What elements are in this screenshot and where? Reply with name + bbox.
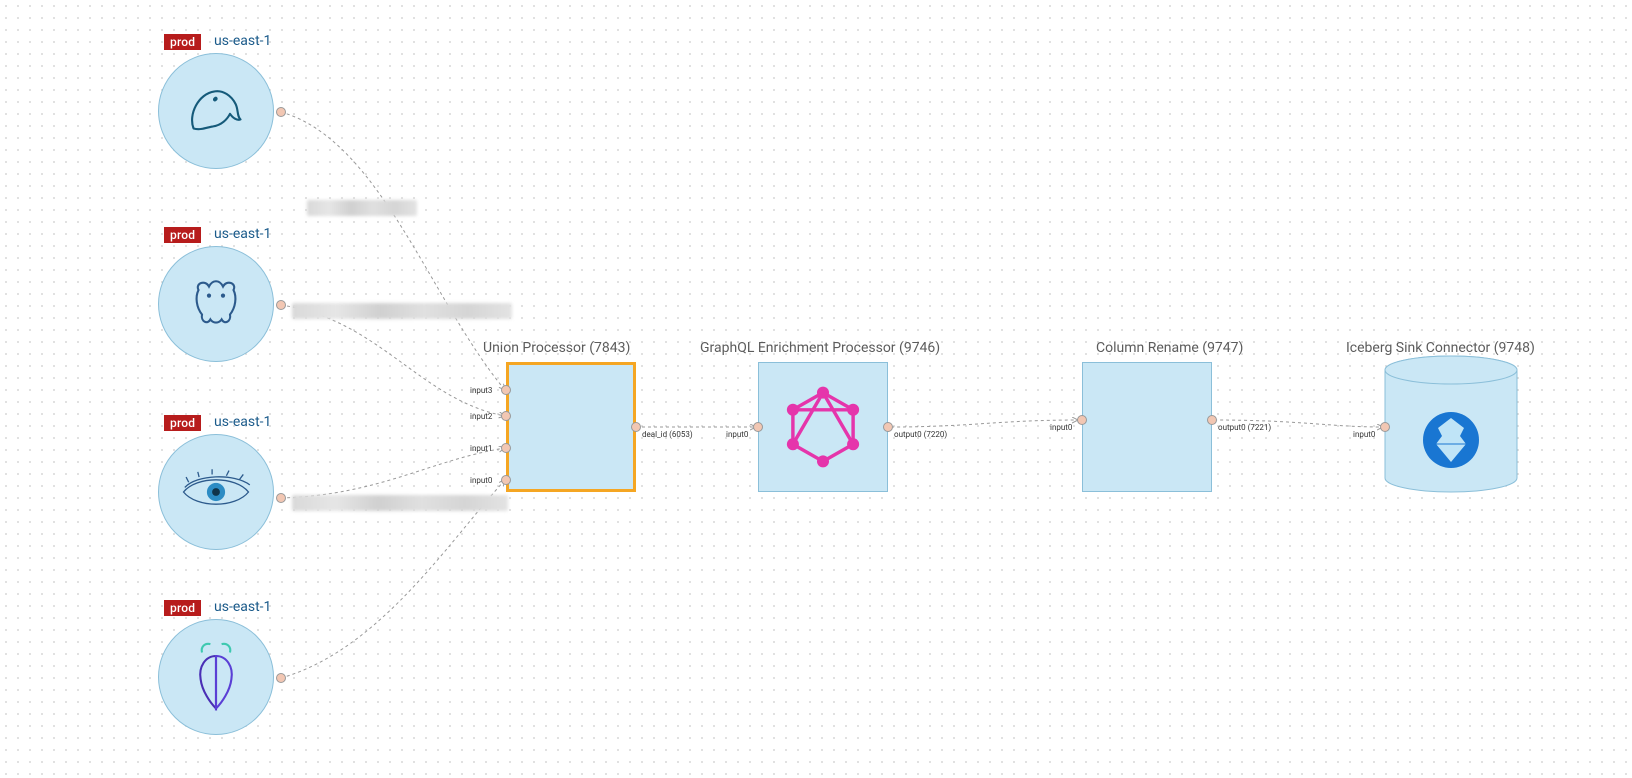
sink-node-iceberg[interactable] xyxy=(1385,356,1517,492)
output-port[interactable] xyxy=(276,673,286,683)
postgres-elephant-icon xyxy=(181,269,251,339)
input-port[interactable] xyxy=(753,422,763,432)
port-label: output0 (7220) xyxy=(894,430,947,439)
node-title-sink: Iceberg Sink Connector (9748) xyxy=(1346,340,1535,356)
port-label: input1 xyxy=(470,444,492,453)
source-node-mysql[interactable] xyxy=(158,53,274,169)
cassandra-eye-icon xyxy=(177,467,255,517)
env-badge: prod xyxy=(164,34,201,50)
env-badge: prod xyxy=(164,600,201,616)
pipeline-canvas[interactable]: prod us-east-1 prod us-east-1 prod us-ea… xyxy=(0,0,1632,778)
redacted-label xyxy=(307,200,417,216)
input-port[interactable] xyxy=(501,411,511,421)
source-node-cassandra[interactable] xyxy=(158,434,274,550)
output-port[interactable] xyxy=(276,493,286,503)
region-label: us-east-1 xyxy=(214,33,271,49)
output-port[interactable] xyxy=(1207,415,1217,425)
port-label: input0 xyxy=(1050,423,1072,432)
source-node-postgres[interactable] xyxy=(158,246,274,362)
output-port[interactable] xyxy=(276,107,286,117)
input-port[interactable] xyxy=(1380,422,1390,432)
input-port[interactable] xyxy=(501,385,511,395)
port-label: input0 xyxy=(726,430,748,439)
node-title-union: Union Processor (7843) xyxy=(483,340,630,356)
region-label: us-east-1 xyxy=(214,599,271,615)
port-label: output0 (7221) xyxy=(1218,423,1271,432)
input-port[interactable] xyxy=(1077,415,1087,425)
region-label: us-east-1 xyxy=(214,414,271,430)
input-port[interactable] xyxy=(501,475,511,485)
redacted-label xyxy=(292,303,512,319)
redacted-label xyxy=(292,495,508,511)
port-label: input2 xyxy=(470,412,492,421)
port-label: input0 xyxy=(1353,430,1375,439)
cockroach-icon xyxy=(181,637,251,717)
region-label: us-east-1 xyxy=(214,226,271,242)
port-label: deal_id (6053) xyxy=(642,430,693,439)
env-badge: prod xyxy=(164,415,201,431)
processor-node-graphql[interactable] xyxy=(758,362,888,492)
node-title-graphql: GraphQL Enrichment Processor (9746) xyxy=(700,340,940,356)
output-port[interactable] xyxy=(883,422,893,432)
output-port[interactable] xyxy=(631,422,641,432)
graphql-icon xyxy=(780,384,866,470)
processor-node-rename[interactable] xyxy=(1082,362,1212,492)
input-port[interactable] xyxy=(501,443,511,453)
port-label: input3 xyxy=(470,386,492,395)
output-port[interactable] xyxy=(276,300,286,310)
port-label: input0 xyxy=(470,476,492,485)
node-title-rename: Column Rename (9747) xyxy=(1096,340,1243,356)
mysql-dolphin-icon xyxy=(181,76,251,146)
processor-node-union[interactable] xyxy=(506,362,636,492)
source-node-cockroach[interactable] xyxy=(158,619,274,735)
env-badge: prod xyxy=(164,227,201,243)
